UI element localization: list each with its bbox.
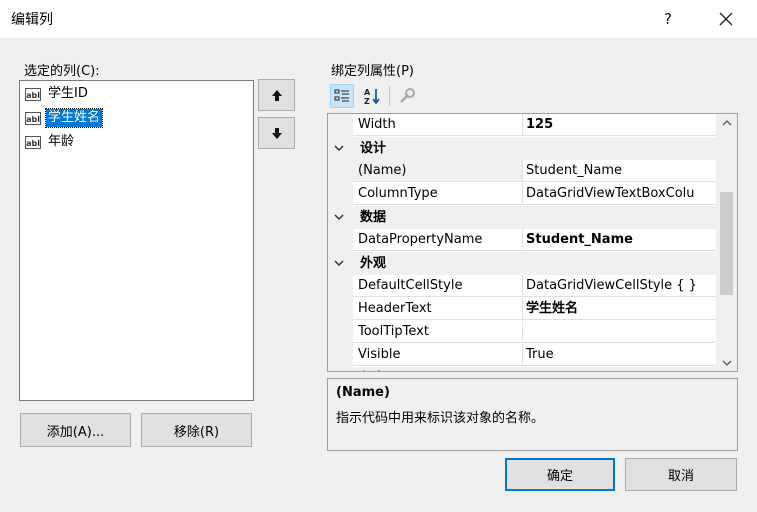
chevron-down-icon[interactable] — [334, 137, 344, 160]
cancel-button[interactable]: 取消 — [625, 458, 737, 491]
property-category-row[interactable]: 数据 — [328, 206, 716, 229]
svg-text:Z: Z — [364, 97, 370, 105]
property-value[interactable] — [523, 321, 716, 343]
property-row[interactable]: DefaultCellStyle DataGridViewCellStyle { … — [328, 275, 716, 298]
property-row[interactable]: (Name) Student_Name — [328, 160, 716, 183]
help-button[interactable]: ? — [645, 0, 691, 38]
categorized-icon — [334, 89, 349, 102]
ok-button[interactable]: 确定 — [505, 458, 615, 491]
property-row-gutter — [328, 298, 353, 321]
close-icon — [719, 12, 733, 26]
title-bar: 编辑列 ? — [0, 0, 757, 38]
scroll-thumb[interactable] — [720, 192, 733, 295]
column-list-item[interactable]: abl 学生姓名 — [25, 108, 104, 128]
property-row[interactable]: ColumnType DataGridViewTextBoxColu — [328, 183, 716, 206]
column-list-item[interactable]: abl 年龄 — [25, 132, 76, 152]
bound-properties-label: 绑定列属性(P) — [331, 64, 414, 79]
property-value[interactable]: Student_Name — [523, 229, 716, 251]
property-category-row[interactable]: 外观 — [328, 252, 716, 275]
textbox-column-icon: abl — [25, 135, 41, 149]
remove-button[interactable]: 移除(R) — [141, 413, 252, 447]
description-panel: (Name) 指示代码中用来标识该对象的名称。 — [327, 378, 738, 451]
move-up-button[interactable] — [258, 79, 295, 111]
property-row[interactable]: Visible True — [328, 344, 716, 367]
chevron-down-icon[interactable] — [334, 206, 344, 229]
property-name: Visible — [353, 344, 523, 366]
property-name: DataPropertyName — [353, 229, 523, 251]
property-grid-scrollbar[interactable] — [716, 114, 737, 371]
property-category-label: 行为 — [360, 367, 386, 371]
property-row-gutter — [328, 114, 353, 137]
property-value[interactable]: Student_Name — [523, 160, 716, 182]
property-name: Width — [353, 114, 523, 136]
textbox-column-icon: abl — [25, 87, 41, 101]
property-row[interactable]: DataPropertyName Student_Name — [328, 229, 716, 252]
textbox-column-icon: abl — [25, 111, 41, 125]
arrow-down-icon — [271, 127, 282, 139]
property-row-gutter — [328, 321, 353, 344]
property-name: ColumnType — [353, 183, 523, 205]
property-row-gutter — [328, 160, 353, 183]
property-name: (Name) — [353, 160, 523, 182]
property-row-gutter — [328, 229, 353, 252]
property-row[interactable]: ToolTipText — [328, 321, 716, 344]
selected-columns-list[interactable]: abl 学生ID abl 学生姓名 abl 年龄 — [19, 80, 254, 401]
property-row-gutter — [328, 275, 353, 298]
column-list-item-label: 学生姓名 — [44, 108, 104, 128]
window-title: 编辑列 — [11, 12, 53, 28]
property-value[interactable]: DataGridViewCellStyle { } — [523, 275, 716, 297]
property-name: ToolTipText — [353, 321, 523, 343]
move-down-button[interactable] — [258, 117, 295, 149]
property-row-gutter — [328, 183, 353, 206]
property-value[interactable]: 125 — [523, 114, 716, 136]
property-row-gutter — [328, 344, 353, 367]
close-button[interactable] — [703, 0, 749, 38]
selected-columns-label: 选定的列(C): — [24, 64, 100, 79]
alphabetical-view-button[interactable]: A Z — [360, 84, 384, 108]
toolbar-separator — [389, 86, 390, 106]
property-category-label: 外观 — [360, 256, 387, 271]
property-grid[interactable]: Width 125 设计 (Name) Student_Name ColumnType Da… — [327, 113, 738, 372]
property-name: DefaultCellStyle — [353, 275, 523, 297]
property-pages-button[interactable] — [395, 84, 419, 108]
column-list-item-label: 学生ID — [48, 86, 88, 101]
property-category-label: 设计 — [360, 141, 387, 156]
sort-alpha-icon: A Z — [364, 88, 380, 105]
property-category-row[interactable]: 行为 — [328, 367, 716, 371]
wrench-icon — [400, 88, 415, 103]
property-name: HeaderText — [353, 298, 523, 320]
categorized-view-button[interactable] — [330, 84, 354, 108]
property-category-row[interactable]: 设计 — [328, 137, 716, 160]
property-row[interactable]: HeaderText 学生姓名 — [328, 298, 716, 321]
description-title: (Name) — [336, 385, 390, 400]
add-button[interactable]: 添加(A)... — [20, 413, 131, 447]
chevron-down-icon[interactable] — [334, 367, 344, 371]
scroll-down-icon[interactable] — [716, 354, 737, 371]
property-value[interactable]: 学生姓名 — [523, 298, 716, 320]
property-row[interactable]: Width 125 — [328, 114, 716, 137]
column-list-item[interactable]: abl 学生ID — [25, 84, 90, 104]
property-value[interactable]: DataGridViewTextBoxColu — [523, 183, 716, 205]
arrow-up-icon — [271, 89, 282, 101]
column-list-item-label: 年龄 — [48, 134, 75, 149]
description-text: 指示代码中用来标识该对象的名称。 — [336, 411, 545, 426]
scroll-up-icon[interactable] — [716, 114, 737, 131]
property-category-label: 数据 — [360, 210, 387, 225]
chevron-down-icon[interactable] — [334, 252, 344, 275]
svg-text:A: A — [364, 88, 371, 97]
property-value[interactable]: True — [523, 344, 716, 366]
